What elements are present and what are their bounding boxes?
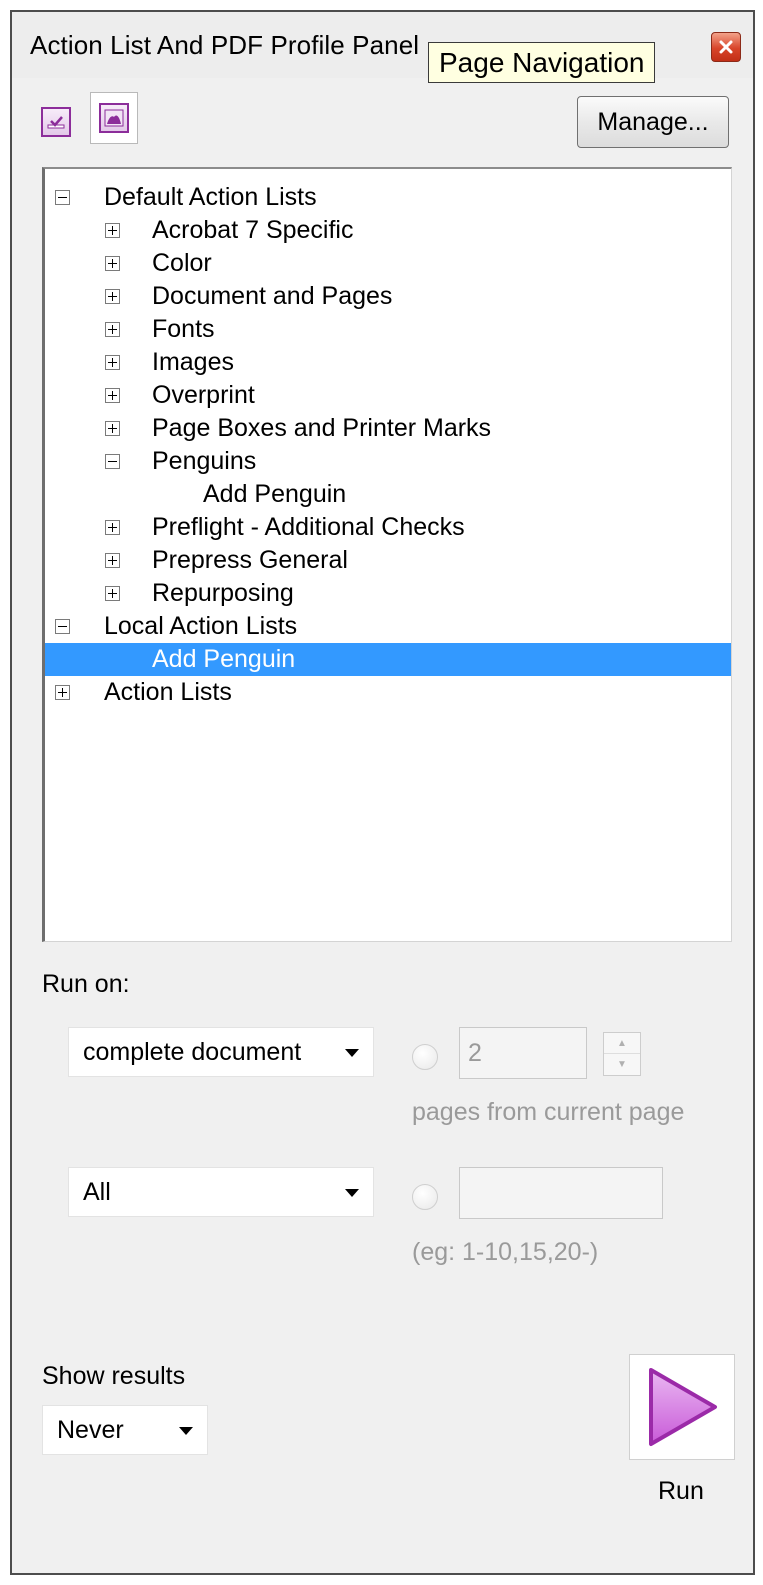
range-hint: (eg: 1-10,15,20-) bbox=[412, 1238, 599, 1266]
expand-icon[interactable] bbox=[105, 289, 120, 304]
scope-select-value: complete document bbox=[83, 1038, 302, 1066]
action-list-panel: Action List And PDF Profile Panel Page N… bbox=[10, 10, 755, 1575]
show-results-select[interactable]: Never bbox=[42, 1405, 208, 1455]
tree-item-acrobat-7-specific[interactable]: Acrobat 7 Specific bbox=[45, 214, 731, 247]
tree-item-document-and-pages[interactable]: Document and Pages bbox=[45, 280, 731, 313]
tree-item-prepress-general[interactable]: Prepress General bbox=[45, 544, 731, 577]
run-label: Run bbox=[658, 1477, 704, 1505]
tree-item-fonts[interactable]: Fonts bbox=[45, 313, 731, 346]
tree-item-repurposing[interactable]: Repurposing bbox=[45, 577, 731, 610]
collapse-icon[interactable] bbox=[55, 619, 70, 634]
close-button[interactable] bbox=[711, 32, 741, 62]
expand-icon[interactable] bbox=[105, 388, 120, 403]
expand-icon[interactable] bbox=[105, 553, 120, 568]
profile-image-icon bbox=[99, 103, 129, 133]
tree-item-images[interactable]: Images bbox=[45, 346, 731, 379]
expand-icon[interactable] bbox=[105, 322, 120, 337]
page-range-input[interactable] bbox=[459, 1167, 663, 1219]
tooltip: Page Navigation bbox=[428, 42, 656, 83]
chevron-down-icon bbox=[179, 1427, 193, 1435]
close-icon bbox=[719, 40, 733, 54]
spin-down-icon[interactable]: ▼ bbox=[604, 1054, 640, 1075]
collapse-icon[interactable] bbox=[55, 190, 70, 205]
scope-select[interactable]: complete document bbox=[68, 1027, 374, 1077]
range-select-value: All bbox=[83, 1178, 111, 1206]
pages-count-input[interactable]: 2 bbox=[459, 1027, 587, 1079]
checkmark-list-icon bbox=[41, 107, 71, 137]
tree-item-default-action-lists[interactable]: Default Action Lists bbox=[45, 181, 731, 214]
action-lists-tab-button[interactable] bbox=[32, 96, 80, 148]
tree-item-color[interactable]: Color bbox=[45, 247, 731, 280]
run-button[interactable] bbox=[629, 1354, 735, 1460]
pdf-profiles-tab-button[interactable] bbox=[90, 92, 138, 144]
expand-icon[interactable] bbox=[105, 355, 120, 370]
expand-icon[interactable] bbox=[105, 256, 120, 271]
run-on-label: Run on: bbox=[42, 970, 130, 998]
play-triangle-icon bbox=[649, 1368, 717, 1446]
tree-item-action-lists[interactable]: Action Lists bbox=[45, 676, 731, 709]
chevron-down-icon bbox=[345, 1189, 359, 1197]
pages-count-spinner[interactable]: ▲ ▼ bbox=[603, 1032, 641, 1076]
window-title: Action List And PDF Profile Panel bbox=[30, 30, 420, 60]
pages-hint: pages from current page bbox=[412, 1098, 685, 1126]
collapse-icon[interactable] bbox=[105, 454, 120, 469]
pages-radio[interactable] bbox=[412, 1044, 438, 1070]
spin-up-icon[interactable]: ▲ bbox=[604, 1033, 640, 1054]
show-results-label: Show results bbox=[42, 1362, 186, 1390]
tree-item-overprint[interactable]: Overprint bbox=[45, 379, 731, 412]
tree-item-add-penguin-local[interactable]: Add Penguin bbox=[45, 643, 731, 676]
expand-icon[interactable] bbox=[55, 685, 70, 700]
tree-item-page-boxes-and-printer-marks[interactable]: Page Boxes and Printer Marks bbox=[45, 412, 731, 445]
tree-item-add-penguin-default[interactable]: Add Penguin bbox=[45, 478, 731, 511]
manage-button[interactable]: Manage... bbox=[577, 96, 729, 148]
expand-icon[interactable] bbox=[105, 520, 120, 535]
range-select[interactable]: All bbox=[68, 1167, 374, 1217]
range-radio[interactable] bbox=[412, 1184, 438, 1210]
expand-icon[interactable] bbox=[105, 223, 120, 238]
chevron-down-icon bbox=[345, 1049, 359, 1057]
expand-icon[interactable] bbox=[105, 421, 120, 436]
action-list-tree[interactable]: Default Action Lists Acrobat 7 Specific … bbox=[42, 167, 732, 942]
tree-item-penguins[interactable]: Penguins bbox=[45, 445, 731, 478]
expand-icon[interactable] bbox=[105, 586, 120, 601]
tree-item-local-action-lists[interactable]: Local Action Lists bbox=[45, 610, 731, 643]
tree-item-preflight-additional-checks[interactable]: Preflight - Additional Checks bbox=[45, 511, 731, 544]
show-results-value: Never bbox=[57, 1416, 124, 1444]
